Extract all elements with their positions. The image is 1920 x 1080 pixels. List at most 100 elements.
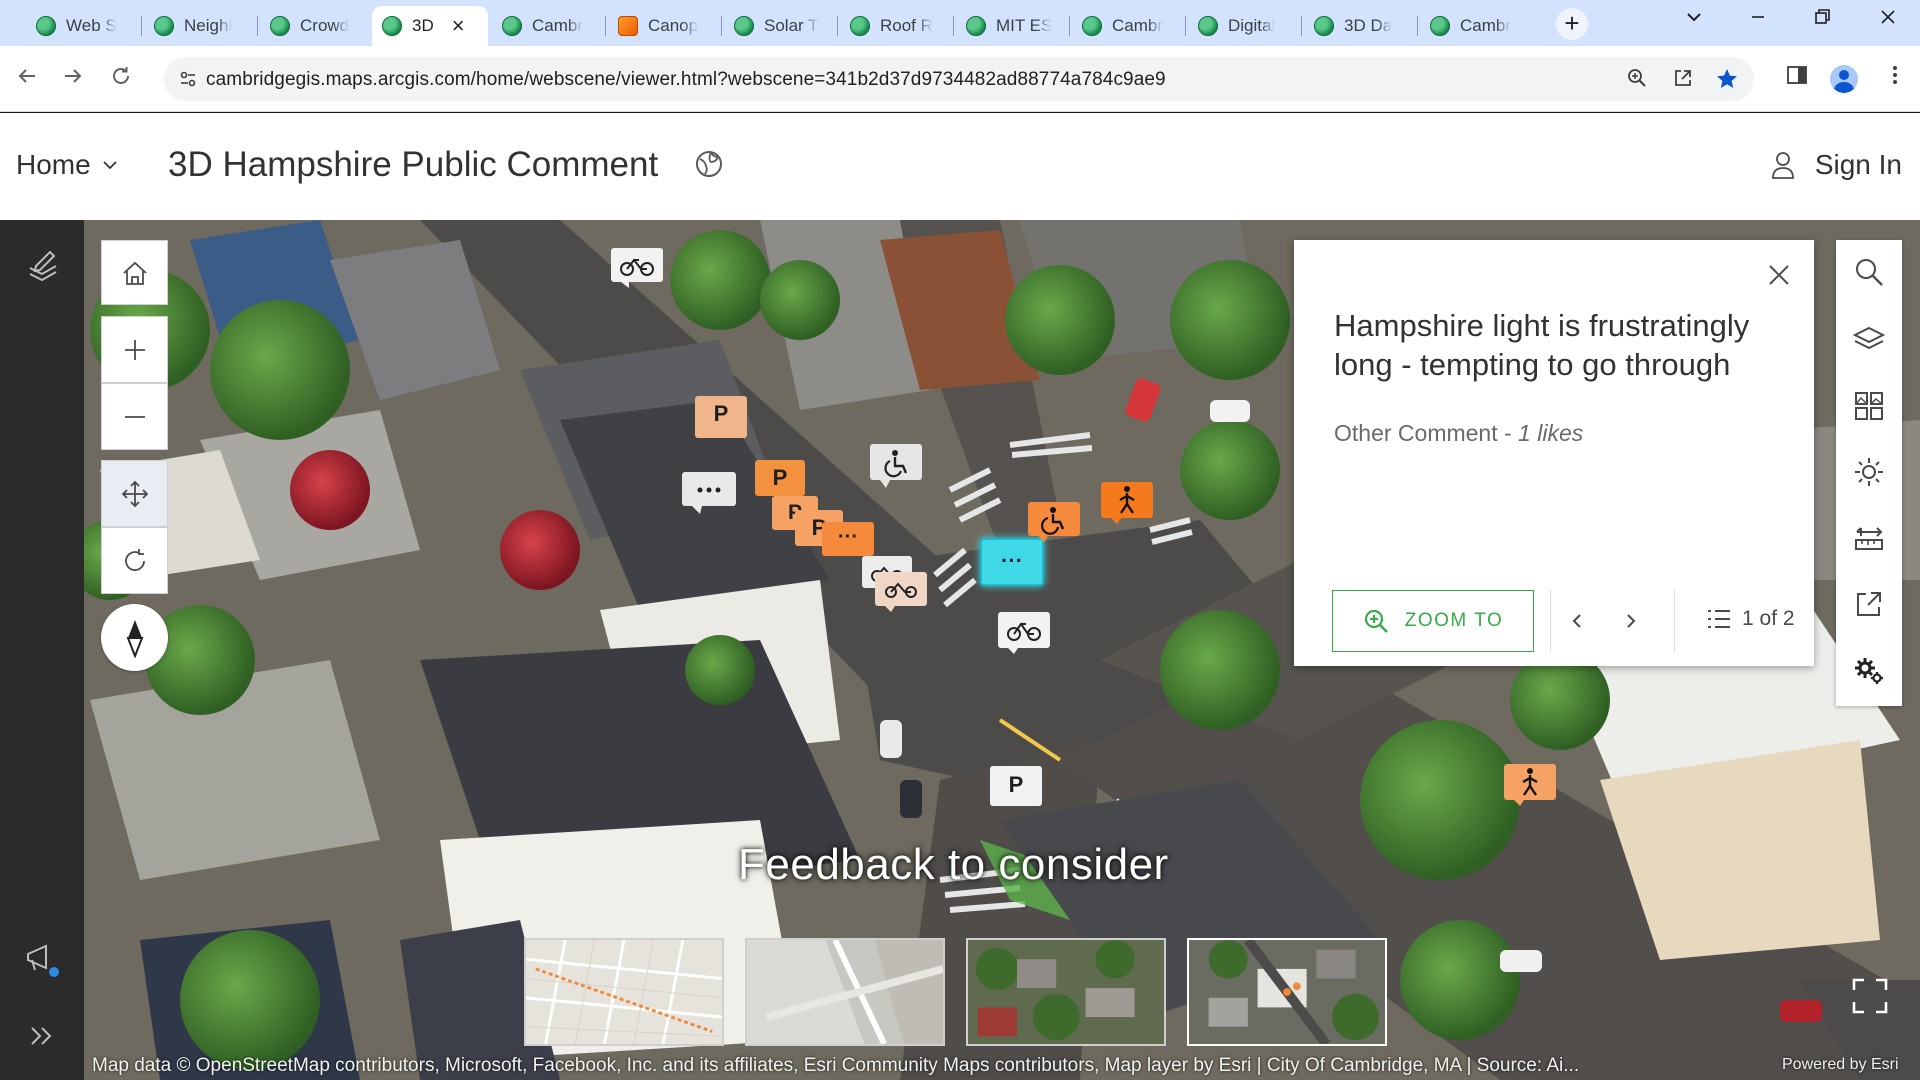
plus-icon [124,339,145,360]
browser-window: Web S Neighl Crowd 3D × Cambr Canop Solar… [0,0,1920,1080]
daylight-icon[interactable] [1853,456,1885,488]
share-icon[interactable] [1853,588,1885,620]
site-settings-icon[interactable] [178,69,198,89]
globe-icon [850,16,870,36]
address-bar[interactable]: cambridgegis.maps.arcgis.com/home/websce… [164,57,1754,101]
close-icon[interactable] [1766,262,1792,288]
close-tab-icon[interactable]: × [452,13,465,39]
feature-list-button[interactable]: 1 of 2 [1706,606,1795,632]
slide-thumbnail[interactable] [745,938,945,1046]
accessibility-marker[interactable] [870,444,922,488]
globe-icon[interactable] [694,149,724,179]
accessibility-marker[interactable] [1028,502,1080,542]
tab-mit[interactable]: MIT ES [956,6,1066,46]
bike-comment-marker[interactable] [875,572,927,612]
powered-by-esri[interactable]: Powered by Esri [1782,1056,1899,1074]
tab-label: Canop [648,16,699,35]
tab-label: Solar T [764,16,819,35]
expand-panel-icon[interactable] [22,1016,62,1056]
new-tab-button[interactable]: + [1556,8,1588,40]
fullscreen-icon[interactable] [1850,976,1890,1016]
list-icon [1708,610,1730,628]
announcement-icon[interactable] [22,938,62,978]
sign-in-label: Sign In [1814,149,1902,180]
zoom-in-button[interactable] [101,316,168,383]
tab-solar[interactable]: Solar T [724,6,834,46]
zoom-to-button[interactable]: ZOOM TO [1332,590,1534,652]
chevron-left-icon [1572,614,1581,628]
tab-cambridge-3[interactable]: Cambr [1420,6,1530,46]
layers-icon[interactable] [1853,324,1885,356]
close-window-icon[interactable] [1868,6,1908,36]
popup-divider [1550,590,1551,652]
tab-3d-active[interactable]: 3D × [372,6,488,46]
tab-crowd[interactable]: Crowd [260,6,370,46]
zoom-icon[interactable] [1624,67,1650,93]
home-label: Home [16,149,91,180]
tab-3d-data[interactable]: 3D Da [1304,6,1414,46]
tab-canopy[interactable]: Canop [608,6,718,46]
tab-separator [141,16,142,36]
zoom-out-button[interactable] [101,383,168,450]
measure-icon[interactable] [1853,522,1885,554]
tab-separator [837,16,838,36]
sign-in-button[interactable]: Sign In [1771,149,1902,181]
tab-neighborhood[interactable]: Neighl [144,6,254,46]
home-view-button[interactable] [101,240,168,305]
profile-avatar[interactable] [1830,65,1858,93]
tab-digital[interactable]: Digital [1188,6,1298,46]
settings-gear-icon[interactable] [1853,654,1885,686]
pedestrian-marker[interactable] [1504,764,1556,806]
chevron-right-icon [1627,614,1636,628]
tab-cambridge-2[interactable]: Cambr [1072,6,1182,46]
globe-icon [382,16,402,36]
page-title: 3D Hampshire Public Comment [168,145,659,184]
restore-icon[interactable] [1802,6,1842,36]
parking-marker[interactable]: P [695,396,747,438]
globe-icon [1314,16,1334,36]
side-panel-icon[interactable] [1782,64,1812,94]
map-attribution: Map data © OpenStreetMap contributors, M… [92,1055,1580,1076]
globe-icon [1430,16,1450,36]
globe-icon [154,16,174,36]
parking-marker[interactable]: P [755,460,805,496]
slide-thumbnail[interactable] [524,938,724,1046]
back-icon[interactable] [12,64,42,94]
tab-separator [1417,16,1418,36]
bike-comment-marker[interactable] [611,248,663,288]
pedestrian-marker[interactable] [1101,482,1153,524]
comment-marker[interactable] [682,472,736,514]
tab-search-icon[interactable] [1674,6,1714,36]
parking-marker[interactable]: P [990,766,1042,806]
next-feature-button[interactable] [1614,604,1648,638]
previous-feature-button[interactable] [1560,604,1594,638]
tab-cambridge-1[interactable]: Cambr [492,6,602,46]
left-panel [0,220,84,1080]
tab-separator [953,16,954,36]
home-menu[interactable]: Home [16,149,117,181]
bookmark-star-icon[interactable] [1714,67,1740,93]
url-text: cambridgegis.maps.arcgis.com/home/websce… [206,69,1166,90]
compass-button[interactable] [101,604,168,671]
slide-thumbnail[interactable] [966,938,1166,1046]
minimize-icon[interactable] [1738,6,1778,36]
zoom-in-icon [1364,609,1388,633]
slide-thumbnail-selected[interactable] [1187,938,1387,1046]
pan-mode-button[interactable] [101,460,168,527]
tab-label: Cambr [1112,16,1164,35]
basemap-gallery-icon[interactable] [1853,390,1885,422]
selected-comment-marker[interactable]: ··· [980,538,1044,586]
reload-icon[interactable] [106,64,136,94]
forward-icon[interactable] [58,64,88,94]
edit-layers-icon[interactable] [22,246,62,286]
comment-marker[interactable]: ··· [822,522,874,556]
tab-label: Web S [66,16,117,35]
share-icon[interactable] [1670,67,1696,93]
tab-roof[interactable]: Roof R [840,6,950,46]
rotate-mode-button[interactable] [101,527,168,594]
kebab-menu-icon[interactable] [1880,64,1910,94]
bike-comment-marker[interactable] [998,612,1050,654]
tab-web-s[interactable]: Web S [26,6,136,46]
search-icon[interactable] [1853,256,1885,288]
globe-icon [734,16,754,36]
